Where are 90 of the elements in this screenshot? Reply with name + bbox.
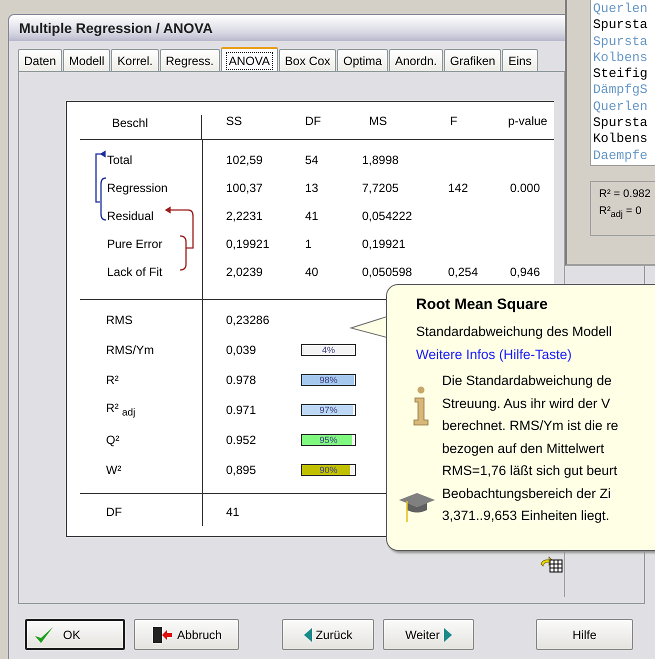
row-label: Pure Error: [106, 236, 164, 253]
row-label: Lack of Fit: [106, 264, 164, 281]
table-cell-text: 0,050598: [361, 265, 414, 279]
column-header: SS: [225, 114, 244, 128]
table-cell-text: 0.952: [225, 433, 258, 447]
tooltip-text-line: Beobachtungsbereich der Zi: [442, 484, 612, 503]
table-cell-text: 0,946: [509, 265, 542, 279]
table-cell-text: 0,19921: [361, 237, 406, 251]
tooltip-subtitle: Standardabweichung des Modell: [416, 323, 613, 341]
tab[interactable]: Anordn.: [388, 49, 443, 71]
table-cell-text: 0,254: [447, 265, 480, 279]
dialog-button[interactable]: Weiter: [383, 619, 474, 650]
percent-label: 90%: [318, 464, 338, 476]
tab[interactable]: ANOVA: [220, 47, 278, 72]
tooltip-title: Root Mean Square: [416, 295, 549, 315]
table-cell-text: 142: [447, 181, 470, 195]
dialog-button[interactable]: OK: [25, 619, 125, 650]
column-header: F: [449, 114, 458, 128]
list-item[interactable]: Steifig: [593, 66, 655, 82]
help-link[interactable]: Weitere Infos (Hilfe-Taste): [416, 346, 572, 364]
tab[interactable]: Daten: [18, 49, 62, 71]
row-label: Q²: [105, 433, 120, 447]
table-cell-text: 0.000: [509, 181, 542, 195]
window-title: Multiple Regression / ANOVA: [19, 20, 213, 36]
table-cell-text: 41: [304, 209, 320, 223]
list-item[interactable]: Kolbens: [593, 131, 655, 148]
tooltip-text-line: Streuung. Aus ihr wird der V: [442, 394, 612, 413]
table-cell-text: 7,7205: [361, 181, 400, 195]
info-icon: [412, 386, 430, 426]
column-header: MS: [368, 114, 388, 128]
row-label: R²: [105, 373, 120, 387]
table-cell-text: 2,2231: [225, 209, 264, 223]
tab[interactable]: Korrel.: [111, 49, 159, 71]
tooltip-text-line: bezogen auf den Mittelwert: [442, 440, 606, 458]
exit-door-icon: [151, 626, 174, 644]
percent-label: 4%: [320, 344, 336, 356]
fit-value: R²$_{adj}$ = 0: [599, 205, 642, 220]
table-cell-text: 2,0239: [225, 265, 264, 279]
tab[interactable]: Optima: [337, 49, 388, 71]
table-cell-text: 0,19921: [225, 237, 270, 251]
fit-value: R² = 0.982: [599, 188, 652, 200]
table-cell-text: 0.978: [225, 373, 258, 387]
table-cell-text: 13: [304, 181, 320, 195]
dialog-button[interactable]: Hilfe: [536, 619, 633, 650]
table-cell-text: 54: [304, 153, 320, 167]
left-triangle-icon: [304, 628, 312, 642]
column-header: Beschl: [80, 115, 202, 139]
row-label: W²: [105, 463, 122, 477]
row-label: Regression: [106, 180, 169, 197]
column-header: p-value: [507, 114, 548, 128]
percent-label: 98%: [318, 374, 338, 386]
row-label: RMS: [105, 313, 134, 327]
table-cell-text: 102,59: [225, 153, 264, 167]
row-label: R² $_{adj}$: [105, 401, 136, 419]
percent-label: 95%: [318, 434, 338, 446]
dialog-button[interactable]: Zurück: [282, 619, 374, 650]
list-item[interactable]: Spursta: [593, 17, 655, 34]
row-label: Residual: [106, 208, 155, 225]
tooltip-text-line: RMS=1,76 läßt sich gut beurt: [442, 462, 618, 480]
tab[interactable]: Eins: [502, 49, 538, 71]
table-cell-text: 0,039: [225, 343, 258, 357]
table-cell-text: 0,054222: [361, 209, 414, 223]
table-arrow-icon[interactable]: [540, 555, 564, 573]
table-cell-text: 41: [225, 505, 240, 519]
tooltip-text-line: berechnet. RMS/Ym ist die re: [442, 417, 618, 435]
residual-bracket-drawing: [164, 206, 194, 271]
tab[interactable]: Box Cox: [278, 49, 336, 71]
graduation-cap-icon: [398, 490, 436, 524]
column-header: DF: [304, 114, 322, 128]
tab[interactable]: Regress.: [160, 49, 220, 71]
row-label: RMS/Ym: [105, 343, 155, 357]
table-cell-text: 100,37: [225, 181, 264, 195]
table-cell-text: 0.971: [225, 403, 258, 417]
list-item[interactable]: Spursta: [593, 115, 655, 132]
percent-label: 97%: [318, 404, 338, 416]
dialog-button[interactable]: Abbruch: [134, 619, 239, 650]
table-cell-text: 0,23286: [225, 313, 270, 327]
tooltip-text-line: Die Standardabweichung de: [442, 372, 613, 390]
total-bracket-drawing: [95, 150, 106, 221]
table-cell-text: 1: [304, 237, 313, 251]
table-cell-text: 1,8998: [361, 153, 400, 167]
right-triangle-icon: [444, 628, 452, 642]
tab[interactable]: Grafiken: [444, 49, 502, 71]
checkmark-icon: [33, 624, 55, 644]
table-cell-text: 40: [304, 265, 320, 279]
tooltip-text-line: 3,371..9,653 Einheiten liegt.: [442, 507, 610, 525]
row-label: DF: [105, 505, 123, 519]
table-cell-text: 0,895: [225, 463, 258, 477]
row-label: Total: [106, 152, 134, 169]
tab[interactable]: Modell: [63, 49, 110, 71]
